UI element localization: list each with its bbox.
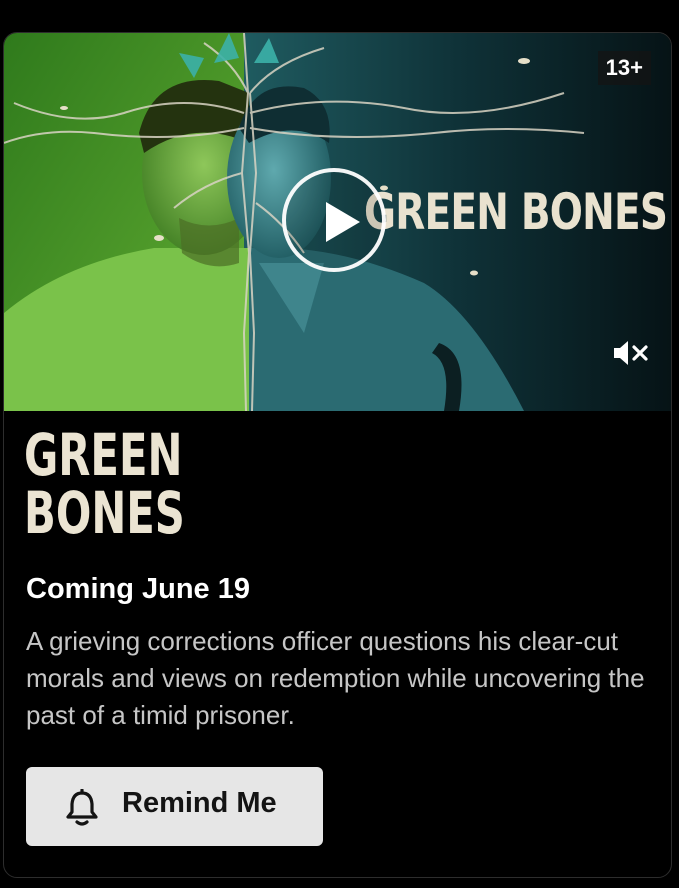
remind-me-label: Remind Me [122,787,277,819]
remind-me-button[interactable]: Remind Me [26,767,323,846]
title-card: 13+ GREEN BONES GREEN BONES Coming June … [3,32,672,878]
volume-muted-icon[interactable] [612,339,650,367]
bell-icon [64,788,100,827]
play-circle-icon[interactable] [282,168,386,272]
title-logo-line-2: BONES [24,479,185,547]
title-logo-line-1: GREEN [24,421,183,489]
hero-title-art: GREEN BONES [364,183,668,241]
release-date-text: Coming June 19 [26,573,250,605]
synopsis-text: A grieving corrections officer questions… [26,626,645,730]
hero-preview[interactable]: 13+ GREEN BONES [4,33,671,411]
title-logo: GREEN BONES [24,426,185,542]
maturity-rating-badge: 13+ [597,51,651,85]
